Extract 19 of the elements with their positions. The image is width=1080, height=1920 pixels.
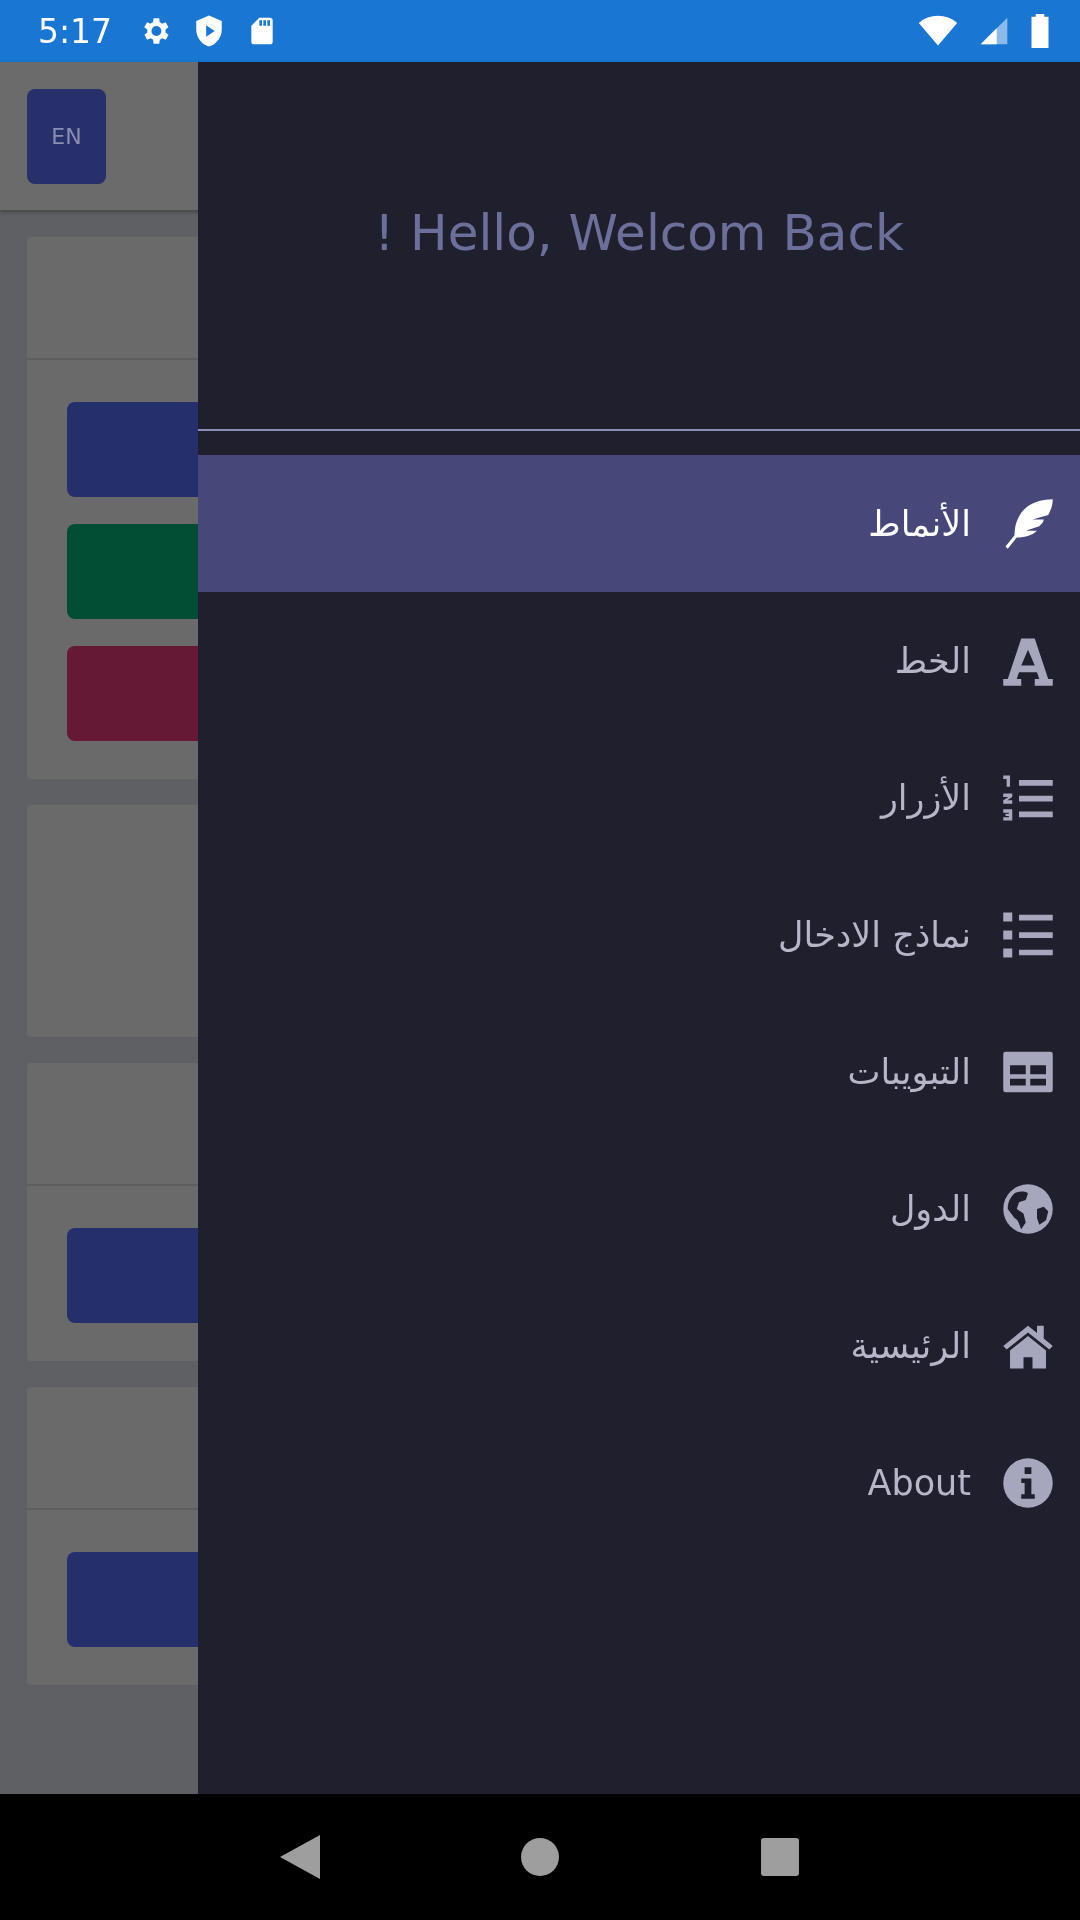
wifi-icon — [918, 15, 958, 47]
globe-icon — [1001, 1181, 1055, 1236]
back-icon[interactable] — [280, 1835, 320, 1879]
drawer-item[interactable]: الخط — [198, 592, 1080, 729]
drawer-item[interactable]: الأزرار — [198, 729, 1080, 866]
drawer-item[interactable]: التبويبات — [198, 1003, 1080, 1140]
language-button[interactable]: EN — [27, 88, 106, 184]
signal-icon — [978, 15, 1010, 47]
info-icon — [1001, 1455, 1055, 1510]
drawer-item[interactable]: الرئيسية — [198, 1277, 1080, 1414]
drawer-item[interactable]: About — [198, 1414, 1080, 1551]
home-button-icon[interactable] — [520, 1837, 560, 1877]
recents-icon[interactable] — [760, 1837, 800, 1877]
battery-icon — [1030, 14, 1050, 48]
status-time: 5:17 — [38, 11, 113, 51]
drawer-item[interactable]: الدول — [198, 1140, 1080, 1277]
drawer-item[interactable]: الأنماط — [198, 455, 1080, 592]
drawer-item[interactable]: نماذج الادخال — [198, 866, 1080, 1003]
drawer-greeting: ! Hello, Welcom Back — [374, 204, 904, 264]
